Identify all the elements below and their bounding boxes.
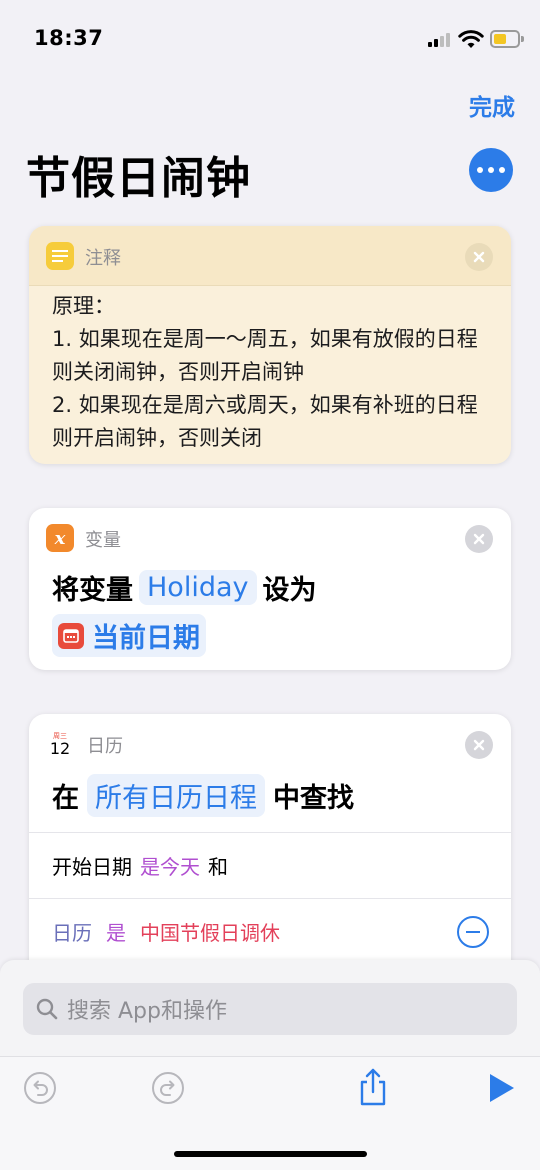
action-suffix: 设为 bbox=[262, 575, 317, 606]
home-indicator bbox=[174, 1151, 367, 1157]
x-variable-icon: x bbox=[46, 524, 74, 552]
action-prefix: 将变量 bbox=[52, 575, 133, 606]
redo-icon[interactable] bbox=[151, 1071, 185, 1105]
undo-icon[interactable] bbox=[23, 1071, 57, 1105]
remove-action-button[interactable] bbox=[465, 525, 493, 553]
current-date-token[interactable]: 当前日期 bbox=[52, 614, 206, 657]
card-header: x 变量 bbox=[29, 508, 511, 568]
status-time: 18:37 bbox=[34, 26, 104, 50]
battery-icon bbox=[490, 30, 524, 48]
calendar-icon bbox=[58, 622, 84, 649]
close-icon bbox=[473, 251, 485, 263]
filter-field[interactable]: 日历 bbox=[52, 917, 92, 946]
wifi-icon bbox=[458, 30, 484, 48]
filter-field[interactable]: 开始日期 bbox=[52, 851, 132, 880]
calendar-icon: 周三 12 bbox=[46, 730, 74, 758]
comment-text[interactable]: 原理： 1. 如果现在是周一～周五，如果有放假的日程则关闭闹钟，否则开启闹钟 2… bbox=[52, 290, 493, 455]
magnifier-icon bbox=[36, 998, 58, 1020]
calendar-icon-day: 12 bbox=[49, 738, 71, 758]
action-search-sheet: 搜索 App和操作 bbox=[0, 960, 540, 1170]
remove-action-button[interactable] bbox=[465, 243, 493, 271]
card-kind-label: 注释 bbox=[85, 248, 121, 269]
more-options-button[interactable] bbox=[469, 148, 513, 192]
close-icon bbox=[473, 533, 485, 545]
action-suffix: 中查找 bbox=[273, 783, 354, 814]
card-header: 注释 bbox=[29, 226, 511, 286]
ellipsis-icon bbox=[477, 167, 483, 173]
set-variable-action-card[interactable]: x 变量 将变量 Holiday 设为 当前日期 bbox=[29, 508, 511, 670]
close-icon bbox=[473, 739, 485, 751]
card-kind-label: 变量 bbox=[85, 530, 121, 551]
remove-filter-button[interactable] bbox=[457, 916, 489, 948]
action-sentence: 将变量 Holiday 设为 bbox=[52, 568, 317, 607]
card-kind-label: 日历 bbox=[87, 736, 123, 757]
filter-operator[interactable]: 是 bbox=[106, 917, 126, 946]
calendar-source-token[interactable]: 所有日历日程 bbox=[87, 774, 265, 817]
page-title: 节假日闹钟 bbox=[26, 153, 251, 204]
filter-joiner[interactable]: 和 bbox=[208, 851, 228, 880]
card-header: 周三 12 日历 bbox=[29, 714, 511, 774]
filter-row-calendar[interactable]: 日历 是 中国节假日调休 bbox=[29, 898, 511, 964]
play-icon[interactable] bbox=[484, 1071, 518, 1105]
filter-condition[interactable]: 是今天 bbox=[140, 851, 200, 880]
status-bar: 18:37 bbox=[0, 0, 540, 80]
filter-value[interactable]: 中国节假日调休 bbox=[140, 917, 280, 946]
action-value-line: 当前日期 bbox=[52, 614, 206, 657]
action-sentence: 在 所有日历日程 中查找 bbox=[52, 774, 354, 817]
filter-row-start-date[interactable]: 开始日期 是今天 和 bbox=[29, 832, 511, 898]
cellular-signal-icon bbox=[428, 31, 454, 47]
remove-action-button[interactable] bbox=[465, 731, 493, 759]
search-input[interactable]: 搜索 App和操作 bbox=[23, 983, 517, 1035]
comment-action-card[interactable]: 注释 原理： 1. 如果现在是周一～周五，如果有放假的日程则关闭闹钟，否则开启闹… bbox=[29, 226, 511, 464]
current-date-label: 当前日期 bbox=[92, 623, 200, 654]
note-lines-icon bbox=[46, 242, 74, 270]
search-placeholder: 搜索 App和操作 bbox=[67, 999, 227, 1024]
action-prefix: 在 bbox=[52, 783, 79, 814]
done-button[interactable]: 完成 bbox=[469, 88, 515, 122]
share-icon[interactable] bbox=[356, 1067, 390, 1107]
variable-name-token[interactable]: Holiday bbox=[139, 570, 257, 605]
